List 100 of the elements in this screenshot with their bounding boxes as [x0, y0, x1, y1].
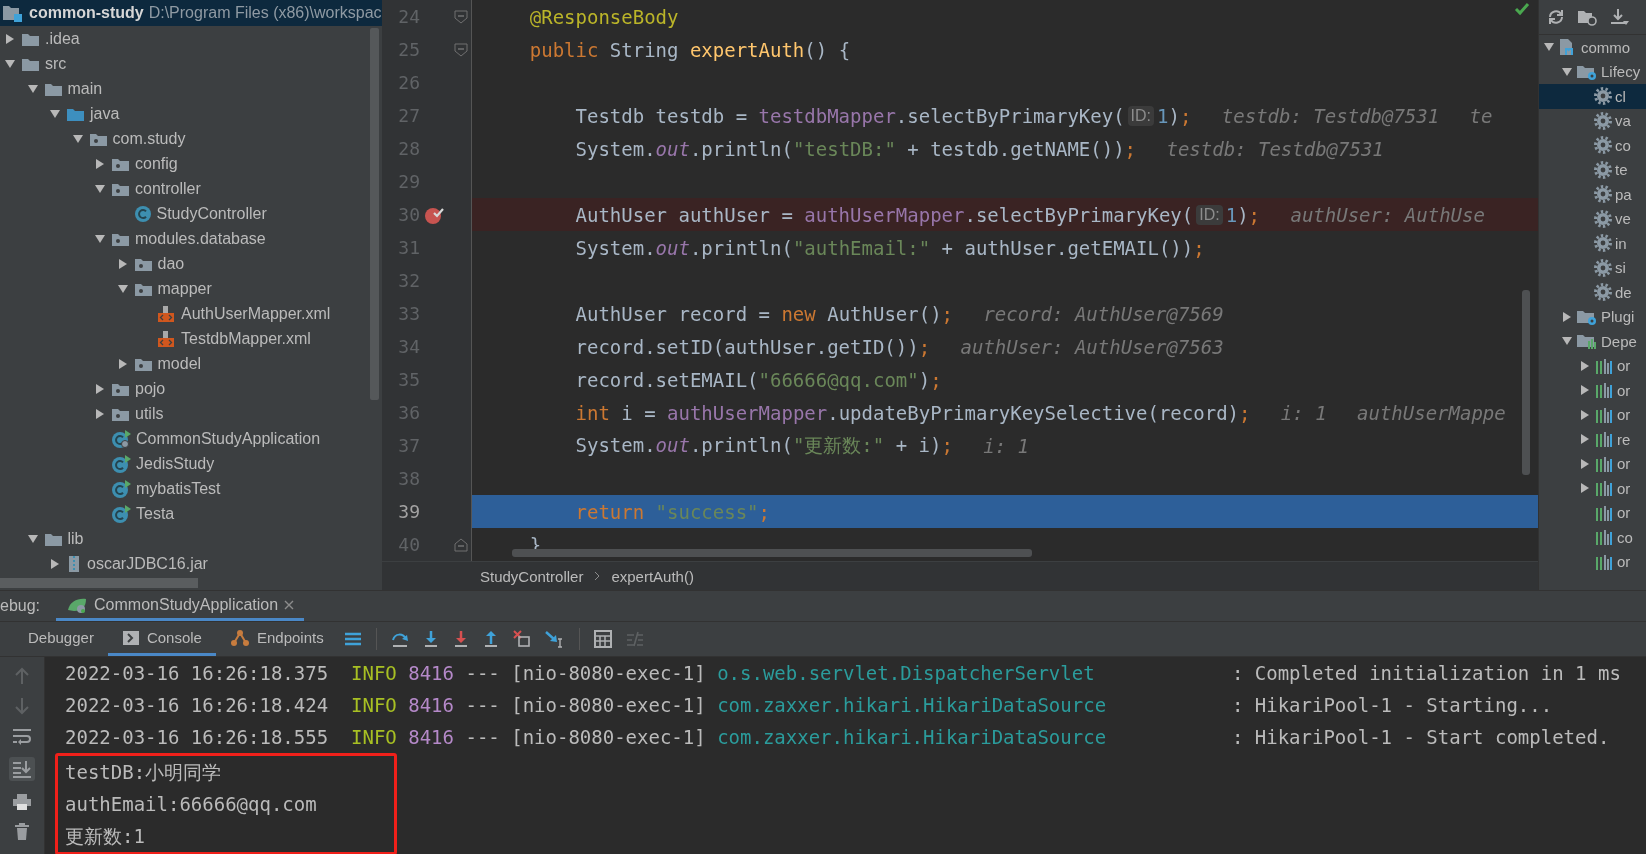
tree-item[interactable]: or	[1617, 406, 1631, 424]
trash-icon[interactable]	[14, 823, 30, 841]
run-to-cursor-icon[interactable]	[544, 630, 565, 648]
force-step-into-icon[interactable]	[452, 630, 469, 648]
arrow-down-icon[interactable]	[71, 132, 84, 145]
arrow-down-icon[interactable]	[1561, 65, 1573, 78]
arrow-right-icon[interactable]	[116, 357, 129, 370]
fold-marker-icon[interactable]	[454, 9, 468, 24]
arrow-right-icon[interactable]	[1579, 359, 1591, 372]
scrollbar-thumb[interactable]	[1522, 290, 1530, 475]
download-icon[interactable]	[1609, 8, 1629, 26]
arrow-right-icon[interactable]	[94, 407, 106, 420]
step-out-icon[interactable]	[482, 630, 499, 648]
arrow-right-icon[interactable]	[94, 157, 106, 170]
tree-item[interactable]: or	[1617, 357, 1631, 375]
tree-item[interactable]: oscarJDBC16.jar	[87, 554, 208, 573]
tree-item[interactable]: Testa	[136, 504, 175, 523]
scrollbar-thumb[interactable]	[512, 549, 1032, 557]
runnable-class-icon	[111, 454, 131, 473]
tree-item[interactable]: or	[1617, 553, 1631, 571]
tree-item[interactable]: CommonStudyApplication	[136, 429, 321, 448]
tree-item[interactable]: pa	[1615, 185, 1632, 203]
tree-item[interactable]: mapper	[157, 279, 212, 298]
arrow-right-icon[interactable]	[1579, 457, 1591, 470]
step-into-icon[interactable]	[422, 630, 439, 648]
tree-item[interactable]: com.study	[112, 129, 186, 148]
arrow-down-icon[interactable]	[94, 182, 106, 195]
tree-item[interactable]: config	[135, 154, 178, 173]
print-icon[interactable]	[12, 793, 32, 811]
library-icon	[1594, 552, 1614, 571]
tree-item[interactable]: te	[1615, 161, 1628, 179]
tree-item[interactable]: dao	[157, 254, 185, 273]
tree-item[interactable]: or	[1617, 504, 1631, 522]
tree-item[interactable]: controller	[135, 179, 201, 198]
tree-item[interactable]: lib	[67, 529, 84, 548]
tree-item[interactable]: model	[157, 354, 202, 373]
fold-marker-icon[interactable]	[454, 42, 468, 57]
drop-frame-icon[interactable]	[512, 630, 531, 648]
arrow-right-icon[interactable]	[1579, 384, 1591, 397]
tree-item[interactable]: TestdbMapper.xml	[181, 329, 311, 348]
tree-item[interactable]: modules.database	[135, 229, 266, 248]
inline-debug-value: testdb: Testdb@7531	[1166, 137, 1384, 160]
folder-refresh-icon[interactable]	[1577, 8, 1597, 26]
arrow-right-icon[interactable]	[94, 382, 106, 395]
tree-item[interactable]: re	[1617, 430, 1631, 448]
arrow-right-icon[interactable]	[1579, 408, 1591, 421]
arrow-right-icon[interactable]	[49, 557, 61, 570]
tree-item[interactable]: Plugi	[1601, 308, 1635, 326]
tree-item[interactable]: ve	[1615, 210, 1631, 228]
calculator-icon[interactable]	[593, 630, 612, 648]
tree-item[interactable]: AuthUserMapper.xml	[181, 304, 331, 323]
tab[interactable]: Debugger	[14, 622, 108, 656]
arrow-down-icon[interactable]	[4, 57, 16, 70]
tree-item[interactable]: mybatisTest	[136, 479, 221, 498]
list-icon[interactable]	[343, 631, 362, 647]
tree-item[interactable]: or	[1617, 479, 1631, 497]
tree-item[interactable]: or	[1617, 455, 1631, 473]
fold-marker-icon[interactable]	[454, 537, 468, 552]
arrow-down-icon[interactable]	[26, 82, 39, 95]
tree-item[interactable]: pojo	[135, 379, 166, 398]
refresh-icon[interactable]	[1547, 8, 1565, 26]
gear-icon	[1594, 87, 1612, 106]
tree-item[interactable]: Lifecy	[1601, 63, 1641, 81]
arrow-down-icon[interactable]	[116, 282, 129, 295]
soft-wrap-icon[interactable]	[12, 727, 32, 745]
tree-item[interactable]: commo	[1581, 38, 1631, 56]
tree-item[interactable]: cl	[1615, 87, 1626, 105]
tab[interactable]: Endpoints	[215, 622, 338, 656]
arrow-right-icon[interactable]	[1561, 310, 1573, 323]
tree-item[interactable]: co	[1617, 528, 1633, 546]
arrow-right-icon[interactable]	[4, 32, 16, 45]
breadcrumb[interactable]: expertAuth()	[611, 567, 694, 585]
tree-item[interactable]: StudyController	[156, 204, 267, 223]
arrow-right-icon[interactable]	[1579, 482, 1591, 495]
tree-item[interactable]: co	[1615, 136, 1631, 154]
code-text: record.setEMAIL("66666@qq.com");	[574, 368, 942, 391]
tree-item[interactable]: or	[1617, 381, 1631, 399]
code-text: Testdb testdb = testdbMapper.selectByPrimaryKey(	[574, 104, 1125, 127]
tree-item[interactable]: Depe	[1601, 332, 1637, 350]
arrow-down-icon[interactable]	[49, 107, 61, 120]
close-icon[interactable]	[284, 599, 295, 610]
scrollbar-thumb[interactable]	[370, 28, 379, 400]
arrow-down-icon[interactable]	[94, 232, 106, 245]
tree-item[interactable]: main	[67, 79, 103, 98]
arrow-right-icon[interactable]	[116, 257, 129, 270]
tree-item[interactable]: .idea	[45, 29, 80, 48]
library-icon	[1594, 454, 1614, 473]
tree-item[interactable]: java	[90, 104, 120, 123]
tree-item[interactable]: si	[1615, 259, 1626, 277]
tree-item[interactable]: utils	[135, 404, 164, 423]
arrow-down-icon[interactable]	[26, 532, 39, 545]
arrow-right-icon[interactable]	[1579, 433, 1591, 446]
tree-item[interactable]: de	[1615, 283, 1632, 301]
tree-item[interactable]: JedisStudy	[136, 454, 215, 473]
tree-item[interactable]: in	[1615, 234, 1627, 252]
tree-item[interactable]: va	[1615, 112, 1631, 130]
tree-item[interactable]: src	[45, 54, 67, 73]
scrollbar-thumb[interactable]	[0, 578, 198, 588]
scroll-to-end-button[interactable]	[9, 757, 35, 781]
breadcrumb[interactable]: StudyController	[480, 567, 584, 585]
